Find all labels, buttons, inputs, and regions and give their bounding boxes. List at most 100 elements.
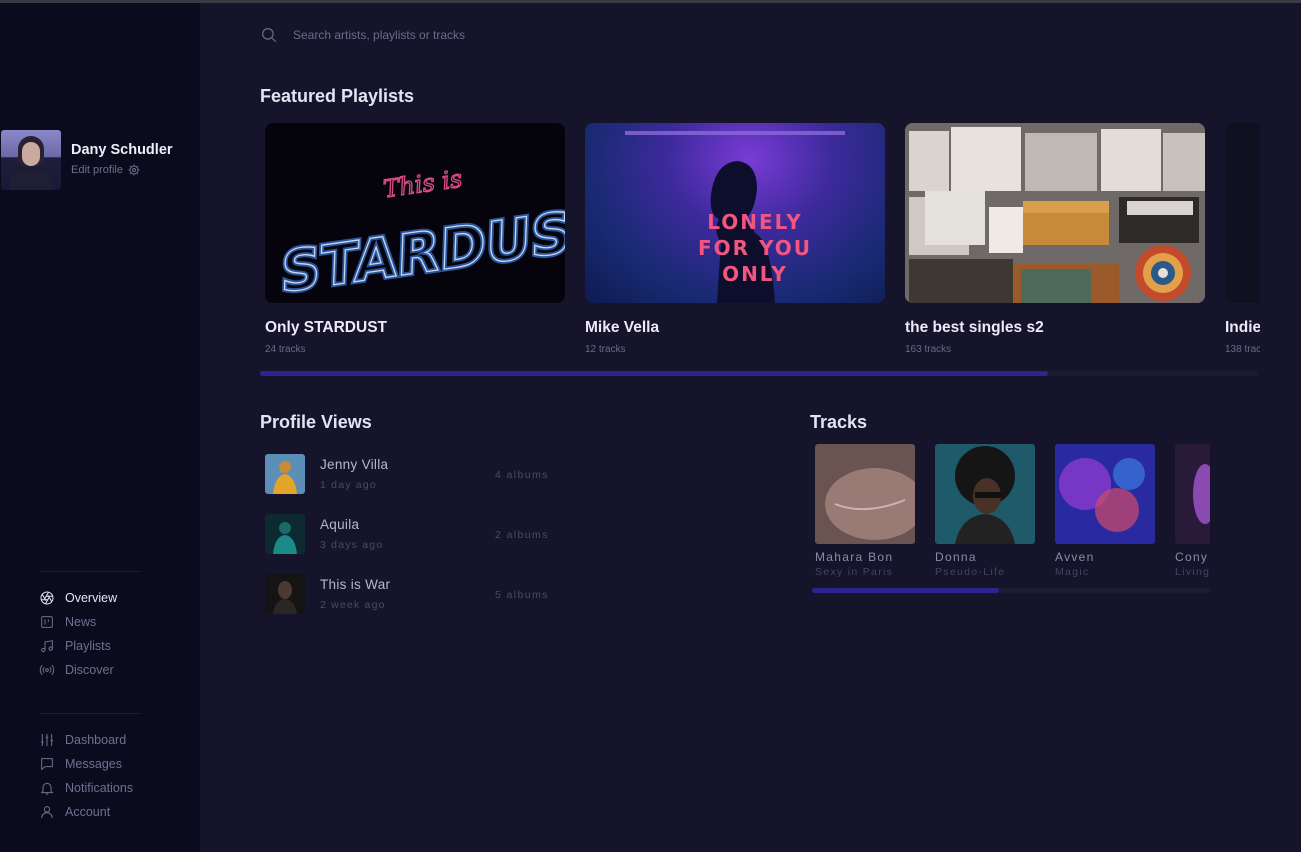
profile-view-avatar: [265, 574, 305, 614]
playlist-cover: [1225, 123, 1260, 303]
nav-item-discover[interactable]: Discover: [39, 658, 117, 682]
nav-item-news[interactable]: News: [39, 610, 117, 634]
nav-label: Overview: [65, 591, 118, 605]
sliders-icon: [39, 732, 55, 748]
broadcast-icon: [39, 662, 55, 678]
user-icon: [39, 804, 55, 820]
profile-view-row[interactable]: This is War 2 week ago 5 albums: [265, 574, 565, 634]
cover-text: FOR YOU: [698, 236, 812, 260]
playlist-title: the best singles s2: [905, 319, 1044, 336]
profile-view-row[interactable]: Aquila 3 days ago 2 albums: [265, 514, 565, 574]
profile-view-name: This is War: [320, 577, 391, 592]
track-album: Living: [1175, 566, 1210, 578]
search-icon[interactable]: [260, 26, 278, 44]
playlist-track-count: 163 tracks: [905, 344, 952, 355]
playlist-title: Indie: [1225, 319, 1260, 336]
nav-label: Playlists: [65, 639, 111, 653]
playlist-cover: This is STARDUST STARDUST: [265, 123, 565, 303]
playlist-card[interactable]: LONELY FOR YOU ONLY Mike Vella 12 tracks: [585, 123, 885, 355]
sidebar-divider: [39, 571, 141, 572]
tracks-carousel: Mahara Bon Sexy in Paris Donna Pseudo-Li…: [815, 444, 1210, 584]
track-card[interactable]: Avven Magic: [1055, 444, 1155, 578]
profile-views-title: Profile Views: [260, 412, 372, 432]
playlist-title: Mike Vella: [585, 319, 660, 336]
playlist-track-count: 24 tracks: [265, 344, 306, 355]
secondary-nav: Dashboard Messages Notifications Account: [39, 728, 133, 824]
profile-view-name: Jenny Villa: [320, 457, 389, 472]
profile-views-list: Jenny Villa 1 day ago 4 albums Aquila 3 …: [265, 454, 565, 634]
playlist-card[interactable]: the best singles s2 163 tracks: [905, 123, 1205, 355]
tracks-scrollbar[interactable]: [812, 588, 1210, 593]
profile-view-time: 1 day ago: [320, 479, 377, 491]
track-album: Sexy in Paris: [815, 566, 894, 578]
track-album: Magic: [1055, 566, 1090, 578]
featured-playlists-title: Featured Playlists: [260, 86, 415, 106]
profile-view-albums: 2 albums: [495, 529, 549, 541]
profile-view-row[interactable]: Jenny Villa 1 day ago 4 albums: [265, 454, 565, 514]
profile-name: Dany Schudler: [71, 142, 173, 158]
track-cover: [1175, 444, 1210, 544]
nav-item-messages[interactable]: Messages: [39, 752, 133, 776]
board-icon: [39, 614, 55, 630]
sidebar: Dany Schudler Edit profile Overview News: [0, 3, 200, 852]
track-album: Pseudo-Life: [935, 566, 1006, 578]
profile-view-albums: 5 albums: [495, 589, 549, 601]
playlist-track-count: 12 tracks: [585, 344, 626, 355]
search-input[interactable]: [293, 28, 623, 42]
featured-scrollbar-thumb[interactable]: [260, 371, 1049, 376]
bell-icon: [39, 780, 55, 796]
playlist-track-count: 138 tracks: [1225, 344, 1260, 355]
cover-text: This is: [382, 165, 464, 204]
track-cover: [815, 444, 915, 544]
nav-item-overview[interactable]: Overview: [39, 586, 117, 610]
music-note-icon: [39, 638, 55, 654]
edit-profile-link[interactable]: Edit profile: [71, 164, 140, 176]
profile-view-avatar: [265, 514, 305, 554]
track-card[interactable]: Donna Pseudo-Life: [935, 444, 1035, 578]
nav-item-playlists[interactable]: Playlists: [39, 634, 117, 658]
edit-profile-label: Edit profile: [71, 164, 123, 176]
profile-view-avatar: [265, 454, 305, 494]
nav-item-dashboard[interactable]: Dashboard: [39, 728, 133, 752]
nav-label: Discover: [65, 663, 114, 677]
cover-text: LONELY: [707, 210, 803, 234]
nav-item-notifications[interactable]: Notifications: [39, 776, 133, 800]
track-name: Cony: [1175, 550, 1209, 564]
playlist-cover: [905, 123, 1205, 303]
nav-label: Dashboard: [65, 733, 127, 747]
profile-view-time: 3 days ago: [320, 539, 384, 551]
nav-label: Account: [65, 805, 111, 819]
profile-view-name: Aquila: [320, 517, 360, 532]
nav-label: Notifications: [65, 781, 134, 795]
playlist-card[interactable]: This is STARDUST STARDUST Only STARDUST …: [265, 123, 565, 355]
gear-icon: [128, 164, 140, 176]
search-bar: [260, 26, 623, 44]
avatar[interactable]: [1, 130, 61, 190]
playlist-card[interactable]: Indie 138 tracks: [1225, 123, 1260, 355]
playlist-cover: LONELY FOR YOU ONLY: [585, 123, 885, 303]
sidebar-divider: [39, 713, 141, 714]
primary-nav: Overview News Playlists Discover: [39, 586, 117, 682]
track-card[interactable]: Mahara Bon Sexy in Paris: [815, 444, 915, 578]
tracks-title: Tracks: [810, 412, 868, 432]
profile-view-time: 2 week ago: [320, 599, 386, 611]
nav-label: Messages: [65, 757, 122, 771]
cover-text: STARDUST: [280, 195, 565, 303]
aperture-icon: [39, 590, 55, 606]
track-name: Donna: [935, 550, 977, 564]
track-card[interactable]: Cony Living: [1175, 444, 1210, 578]
featured-scrollbar[interactable]: [260, 371, 1258, 376]
track-name: Avven: [1055, 550, 1095, 564]
profile-card: Dany Schudler Edit profile: [1, 130, 200, 192]
track-name: Mahara Bon: [815, 550, 894, 564]
tracks-scrollbar-thumb[interactable]: [812, 588, 1000, 593]
playlist-title: Only STARDUST: [265, 319, 387, 336]
featured-playlists-carousel: This is STARDUST STARDUST Only STARDUST …: [265, 123, 1260, 363]
track-cover: [1055, 444, 1155, 544]
profile-view-albums: 4 albums: [495, 469, 549, 481]
nav-item-account[interactable]: Account: [39, 800, 133, 824]
track-cover: [935, 444, 1035, 544]
cover-text: ONLY: [722, 262, 788, 286]
nav-label: News: [65, 615, 97, 629]
chat-icon: [39, 756, 55, 772]
